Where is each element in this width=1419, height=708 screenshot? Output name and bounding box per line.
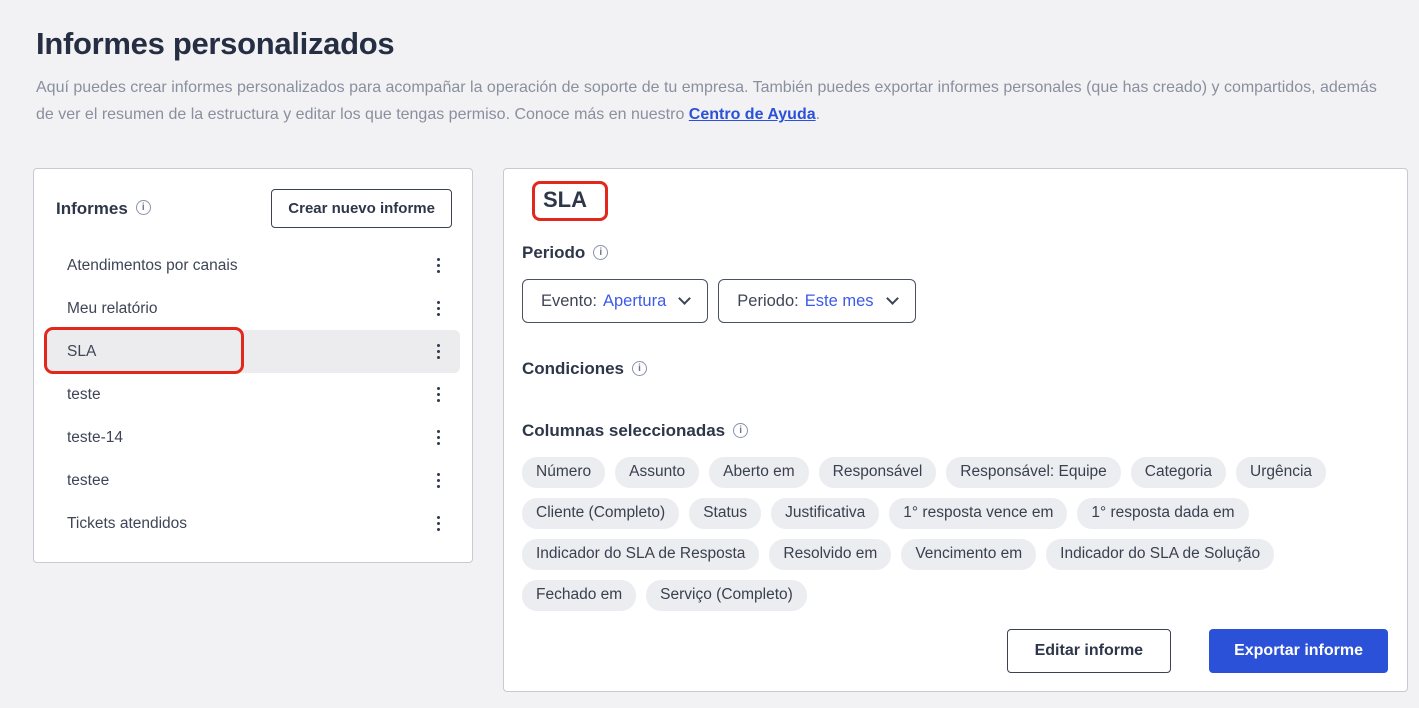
- column-chip: Status: [689, 498, 762, 529]
- report-item-label: SLA: [67, 342, 97, 360]
- column-chip: Aberto em: [709, 457, 809, 488]
- period-section-label: Periodo i: [522, 243, 1388, 263]
- report-item-label: teste: [67, 385, 101, 403]
- report-list: Atendimentos por canais Meu relatório SLA t…: [34, 244, 472, 545]
- page-title: Informes personalizados: [36, 26, 395, 61]
- reports-panel-title: Informes: [56, 198, 128, 218]
- report-detail-panel: SLA Periodo i Evento: Apertura Periodo: …: [503, 168, 1408, 692]
- info-icon[interactable]: i: [733, 422, 749, 438]
- column-chip: Cliente (Completo): [522, 498, 680, 529]
- conditions-section-label: Condiciones i: [522, 359, 1388, 379]
- columns-section-label: Columnas seleccionadas i: [522, 421, 1388, 441]
- sidebar-report-item[interactable]: testee: [46, 459, 460, 502]
- export-report-button[interactable]: Exportar informe: [1209, 629, 1388, 673]
- page-header: Informes personalizados Aquí puedes crea…: [36, 26, 1386, 128]
- event-filter-dropdown[interactable]: Evento: Apertura: [522, 279, 709, 323]
- chevron-down-icon: [885, 291, 899, 305]
- column-chip: 1° resposta dada em: [1077, 498, 1249, 529]
- event-filter-value: Apertura: [602, 291, 667, 310]
- period-filter-prefix: Periodo:: [737, 291, 799, 310]
- sidebar-report-item[interactable]: Tickets atendidos: [46, 502, 460, 545]
- period-filter-value: Este mes: [804, 291, 874, 310]
- event-filter-prefix: Evento:: [541, 291, 597, 310]
- report-item-label: Atendimentos por canais: [67, 256, 238, 274]
- column-chip: Justificativa: [771, 498, 880, 529]
- column-chip: Responsável: Equipe: [946, 457, 1121, 488]
- kebab-menu-icon[interactable]: [431, 340, 446, 363]
- page-subtitle: Aquí puedes crear informes personalizado…: [36, 74, 1386, 128]
- conditions-label-text: Condiciones: [522, 359, 625, 378]
- sidebar-report-item[interactable]: Atendimentos por canais: [46, 244, 460, 287]
- report-item-label: Tickets atendidos: [67, 514, 188, 532]
- period-label-text: Periodo: [522, 243, 586, 262]
- column-chip: Responsável: [818, 457, 937, 488]
- report-title: SLA: [543, 187, 587, 212]
- column-chip: Vencimento em: [901, 539, 1037, 570]
- info-icon[interactable]: i: [135, 200, 151, 215]
- selected-columns-list: Número Assunto Aberto em Responsável Respons…: [522, 457, 1367, 611]
- column-chip: Resolvido em: [769, 539, 892, 570]
- column-chip: Urgência: [1236, 457, 1327, 488]
- sidebar-report-item[interactable]: SLA: [44, 327, 460, 374]
- create-report-button[interactable]: Crear nuevo informe: [271, 189, 452, 228]
- report-item-label: testee: [67, 471, 110, 489]
- column-chip: 1° resposta vence em: [889, 498, 1068, 529]
- period-filter-dropdown[interactable]: Periodo: Este mes: [718, 279, 916, 323]
- kebab-menu-icon[interactable]: [431, 297, 446, 320]
- column-chip: Categoria: [1130, 457, 1226, 488]
- column-chip: Fechado em: [522, 580, 637, 611]
- kebab-menu-icon[interactable]: [431, 512, 446, 535]
- sidebar-report-item[interactable]: teste-14: [46, 416, 460, 459]
- kebab-menu-icon[interactable]: [431, 383, 446, 406]
- kebab-menu-icon[interactable]: [431, 254, 446, 277]
- info-icon[interactable]: i: [632, 360, 648, 376]
- sidebar-report-item[interactable]: teste: [46, 373, 460, 416]
- subtitle-text-end: .: [815, 106, 821, 124]
- column-chip: Serviço (Completo): [646, 580, 807, 611]
- report-item-label: Meu relatório: [67, 299, 158, 317]
- kebab-menu-icon[interactable]: [431, 426, 446, 449]
- kebab-menu-icon[interactable]: [431, 469, 446, 492]
- reports-panel: Informes i Crear nuevo informe Atendimen…: [33, 168, 473, 563]
- column-chip: Assunto: [615, 457, 700, 488]
- column-chip: Indicador do SLA de Solução: [1046, 539, 1275, 570]
- chevron-down-icon: [678, 291, 692, 305]
- column-chip: Número: [522, 457, 606, 488]
- info-icon[interactable]: i: [593, 244, 609, 260]
- sidebar-report-item[interactable]: Meu relatório: [46, 287, 460, 330]
- edit-report-button[interactable]: Editar informe: [1006, 629, 1172, 673]
- annotation-box: SLA: [532, 181, 608, 221]
- report-item-label: teste-14: [67, 428, 124, 446]
- columns-label-text: Columnas seleccionadas: [522, 421, 726, 440]
- help-center-link[interactable]: Centro de Ayuda: [689, 106, 816, 123]
- column-chip: Indicador do SLA de Resposta: [522, 539, 760, 570]
